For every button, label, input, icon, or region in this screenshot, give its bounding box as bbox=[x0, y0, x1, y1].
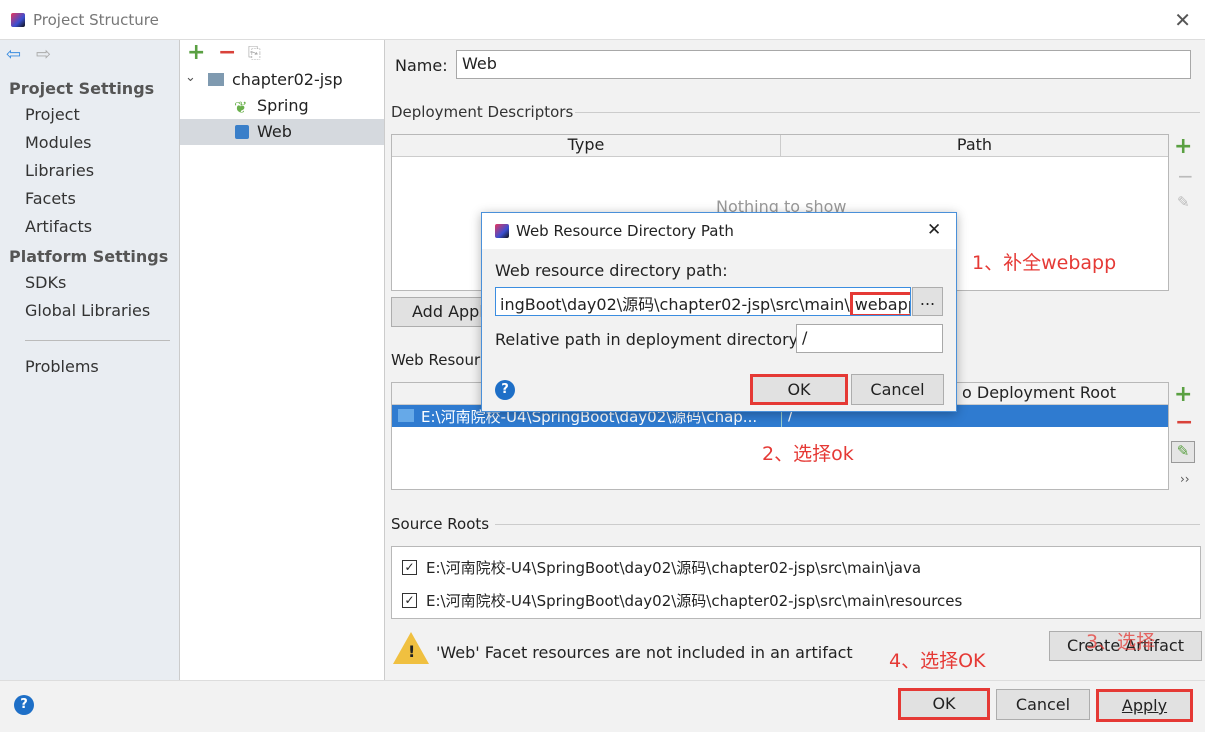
app-icon bbox=[11, 13, 25, 27]
sidebar-item-facets[interactable]: Facets bbox=[25, 189, 76, 208]
window-title: Project Structure bbox=[33, 11, 159, 29]
annotation-3: 3、选择 bbox=[1086, 631, 1156, 653]
sidebar-item-global-libraries[interactable]: Global Libraries bbox=[25, 301, 150, 320]
dialog-ok-button[interactable]: OK bbox=[750, 374, 848, 405]
add-descriptor-icon[interactable]: + bbox=[1174, 134, 1192, 159]
name-label: Name: bbox=[395, 56, 448, 75]
remove-icon[interactable]: − bbox=[218, 40, 236, 65]
dialog-help-icon[interactable]: ? bbox=[495, 380, 515, 400]
section-platform-settings: Platform Settings bbox=[9, 247, 169, 266]
path-highlight: webapp bbox=[849, 292, 910, 315]
remove-root-icon[interactable]: − bbox=[1175, 410, 1193, 435]
web-icon bbox=[235, 125, 249, 139]
path-value: ingBoot\day02\源码\chapter02-jsp\src\main\ bbox=[500, 295, 850, 314]
sidebar-item-sdks[interactable]: SDKs bbox=[25, 273, 66, 292]
help-icon[interactable]: ? bbox=[14, 695, 34, 715]
copy-icon[interactable]: ⎘ bbox=[248, 43, 261, 63]
chevron-down-icon[interactable]: ⌄ bbox=[185, 70, 196, 85]
remove-descriptor-icon[interactable]: − bbox=[1177, 164, 1194, 188]
close-icon[interactable]: ✕ bbox=[1174, 8, 1191, 32]
annotation-4: 4、选择OK bbox=[889, 650, 986, 672]
sidebar-item-artifacts[interactable]: Artifacts bbox=[25, 217, 92, 236]
edit-root-icon[interactable]: ✎ bbox=[1171, 441, 1195, 463]
module-icon bbox=[208, 73, 224, 86]
dialog-title-bar: Web Resource Directory Path ✕ bbox=[482, 213, 956, 249]
add-icon[interactable]: + bbox=[187, 40, 205, 65]
path-label: Web resource directory path: bbox=[495, 261, 728, 280]
name-input[interactable]: Web bbox=[456, 50, 1191, 79]
spring-icon: ❦ bbox=[234, 98, 248, 117]
sidebar: ⇦ ⇨ Project Settings Project Modules Lib… bbox=[0, 40, 180, 680]
tree-item-spring[interactable]: Spring bbox=[257, 96, 309, 115]
dialog-cancel-button[interactable]: Cancel bbox=[851, 374, 944, 405]
source-roots-label: Source Roots bbox=[391, 515, 490, 533]
checkbox[interactable]: ✓ bbox=[402, 593, 417, 608]
app-icon bbox=[495, 224, 509, 238]
warning-text: 'Web' Facet resources are not included i… bbox=[436, 643, 853, 662]
sidebar-item-modules[interactable]: Modules bbox=[25, 133, 92, 152]
apply-button[interactable]: Apply bbox=[1096, 689, 1193, 722]
title-bar: Project Structure ✕ bbox=[0, 0, 1205, 40]
tree-root[interactable]: chapter02-jsp bbox=[232, 70, 343, 89]
dialog-close-icon[interactable]: ✕ bbox=[927, 220, 941, 240]
column-type[interactable]: Type bbox=[392, 135, 781, 157]
more-icon[interactable]: ›› bbox=[1180, 472, 1190, 486]
divider bbox=[495, 524, 1200, 525]
web-resource-label: Web Resour bbox=[391, 351, 481, 369]
path-input[interactable]: ingBoot\day02\源码\chapter02-jsp\src\main\… bbox=[495, 287, 911, 316]
tree-item-web[interactable]: Web bbox=[180, 119, 384, 145]
folder-icon bbox=[398, 409, 414, 422]
forward-icon[interactable]: ⇨ bbox=[36, 44, 51, 65]
deployment-descriptors-label: Deployment Descriptors bbox=[391, 103, 574, 121]
relative-input[interactable]: / bbox=[796, 324, 943, 353]
annotation-1: 1、补全webapp bbox=[972, 252, 1117, 274]
footer: ? OK Cancel Apply bbox=[0, 680, 1205, 732]
facet-tree: + − ⎘ ⌄ chapter02-jsp ❦ Spring Web bbox=[180, 40, 385, 680]
ok-button[interactable]: OK bbox=[898, 688, 990, 720]
checkbox[interactable]: ✓ bbox=[402, 560, 417, 575]
relative-label: Relative path in deployment directory: bbox=[495, 330, 803, 349]
cancel-button[interactable]: Cancel bbox=[996, 689, 1090, 720]
column-path[interactable]: Path bbox=[781, 135, 1168, 157]
back-icon[interactable]: ⇦ bbox=[6, 44, 21, 65]
sidebar-item-project[interactable]: Project bbox=[25, 105, 80, 124]
edit-descriptor-icon[interactable]: ✎ bbox=[1177, 193, 1190, 211]
source-roots-list: ✓ E:\河南院校-U4\SpringBoot\day02\源码\chapter… bbox=[391, 546, 1201, 619]
sidebar-item-libraries[interactable]: Libraries bbox=[25, 161, 94, 180]
section-project-settings: Project Settings bbox=[9, 79, 155, 98]
dialog-title: Web Resource Directory Path bbox=[516, 222, 734, 240]
divider bbox=[575, 112, 1200, 113]
add-root-icon[interactable]: + bbox=[1174, 382, 1192, 407]
annotation-2: 2、选择ok bbox=[762, 443, 854, 465]
browse-button[interactable]: ... bbox=[912, 287, 943, 316]
divider bbox=[25, 340, 170, 341]
web-resource-dialog: Web Resource Directory Path ✕ Web resour… bbox=[481, 212, 957, 412]
sidebar-item-problems[interactable]: Problems bbox=[25, 357, 99, 376]
